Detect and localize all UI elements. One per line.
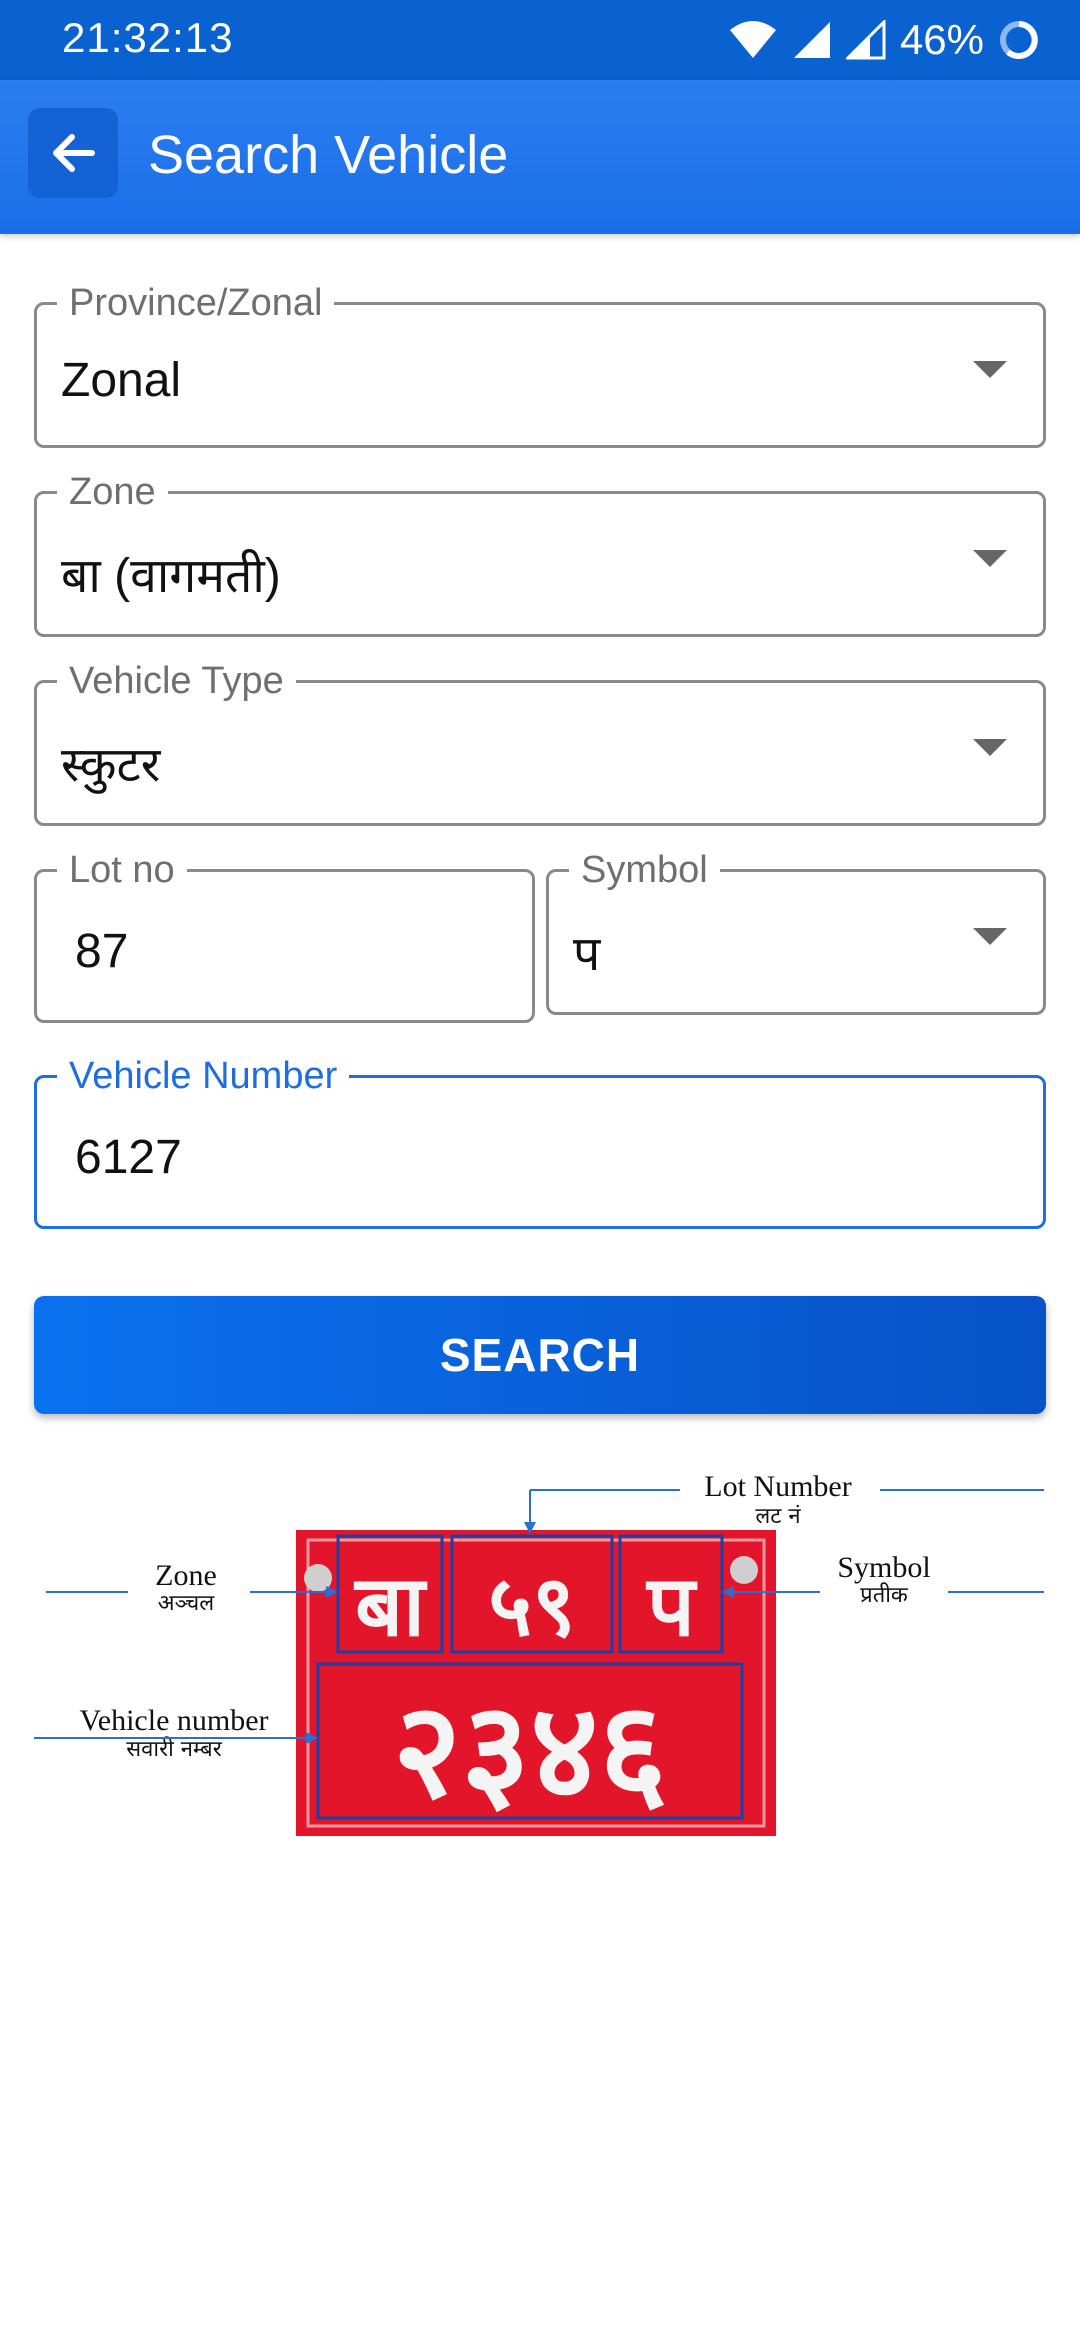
search-button[interactable]: SEARCH <box>34 1296 1046 1414</box>
zone-label-en: Zone <box>155 1559 217 1592</box>
vehicle-type-value: स्कुटर <box>61 739 161 792</box>
battery-percent: 46% <box>899 16 984 63</box>
vehicle-label-en: Vehicle number <box>79 1704 268 1737</box>
plate-symbol-text: प <box>645 1557 698 1655</box>
zone-select[interactable]: Zone बा (वागमती) <box>34 468 1046 637</box>
plate-bolt-right <box>730 1556 758 1584</box>
plate-lot-text: ५९ <box>488 1557 575 1655</box>
wifi-icon <box>729 21 776 58</box>
lot-label-np: लट नं <box>755 1504 801 1529</box>
vehicle-number-input[interactable]: Vehicle Number 6127 <box>34 1052 1046 1229</box>
app-bar: Search Vehicle <box>0 80 1080 234</box>
province-label: Province/Zonal <box>57 279 335 327</box>
signal-icon-2 <box>845 20 886 60</box>
dropdown-arrow-icon <box>973 928 1007 945</box>
zone-label-np: अञ्चल <box>158 1591 215 1616</box>
lot-number-label: Lot no <box>57 846 187 894</box>
province-select[interactable]: Province/Zonal Zonal <box>34 279 1046 448</box>
signal-icon <box>793 22 830 58</box>
symbol-select[interactable]: Symbol प <box>546 846 1046 1015</box>
lot-number-value: 87 <box>75 925 129 978</box>
dropdown-arrow-icon <box>973 361 1007 378</box>
status-icons: 46% <box>728 12 1040 68</box>
dropdown-arrow-icon <box>973 550 1007 567</box>
zone-value: बा (वागमती) <box>61 550 281 603</box>
dropdown-arrow-icon <box>973 739 1007 756</box>
status-time: 21:32:13 <box>62 14 234 61</box>
province-value: Zonal <box>61 354 182 407</box>
vehicle-type-label: Vehicle Type <box>57 657 296 705</box>
arrow-left-icon <box>53 134 95 172</box>
symbol-label-np: प्रतीक <box>860 1582 909 1608</box>
symbol-value: प <box>573 928 601 981</box>
battery-ring-icon <box>1000 21 1038 59</box>
status-bar: 21:32:13 46% <box>0 0 1080 80</box>
vehicle-label-np: सवारी नम्बर <box>126 1736 222 1762</box>
lot-label-en: Lot Number <box>704 1470 851 1503</box>
symbol-label: Symbol <box>569 846 720 894</box>
number-plate-diagram: बा ५९ प २३४६ Lot Number लट नं Zone अञ्चल… <box>0 1460 1080 1860</box>
number-plate-illustration: बा ५९ प २३४६ Lot Number लट नं Zone अञ्चल… <box>34 1470 1044 1836</box>
symbol-label-en: Symbol <box>837 1551 930 1584</box>
page-title: Search Vehicle <box>148 125 509 185</box>
back-button[interactable] <box>28 108 118 198</box>
plate-number-text: २३४६ <box>393 1674 668 1828</box>
plate-zone-text: बा <box>353 1557 428 1655</box>
vehicle-type-select[interactable]: Vehicle Type स्कुटर <box>34 657 1046 826</box>
vehicle-number-label: Vehicle Number <box>57 1052 350 1100</box>
zone-label: Zone <box>57 468 168 516</box>
vehicle-number-value: 6127 <box>75 1131 182 1184</box>
lot-number-input[interactable]: Lot no 87 <box>34 846 535 1023</box>
